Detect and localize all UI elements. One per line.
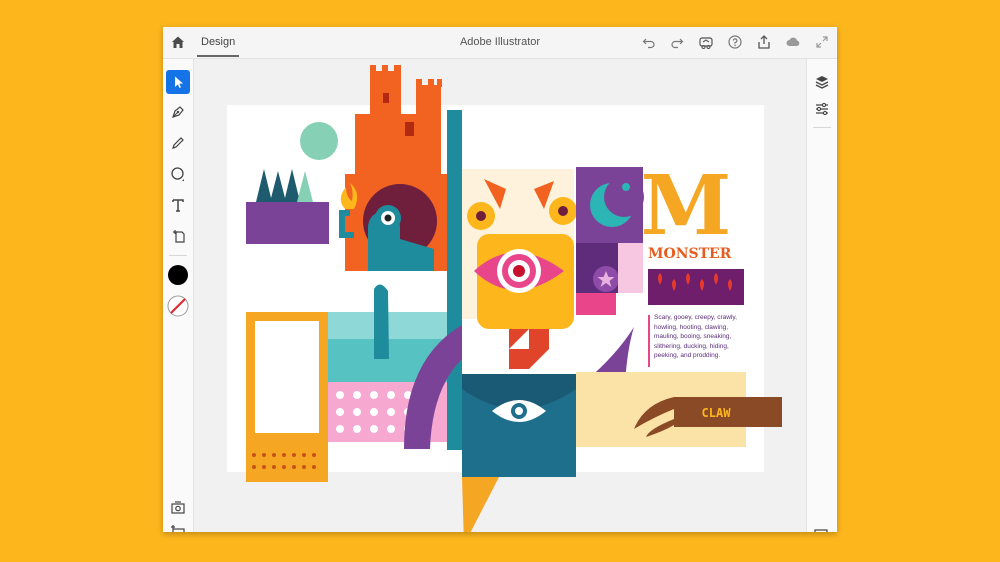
help-icon[interactable]	[727, 34, 743, 50]
artboards-icon[interactable]	[810, 525, 834, 532]
cloud-link-icon[interactable]	[698, 34, 714, 50]
pen-tool[interactable]	[166, 100, 190, 124]
castle-body	[355, 114, 441, 174]
tree-shape	[256, 169, 272, 202]
capture-tool[interactable]	[166, 496, 190, 520]
monster-artwork[interactable]: M MONSTER Scary, gooey, creepy, crawly, …	[194, 59, 806, 532]
pencil-tool[interactable]	[166, 131, 190, 155]
canvas[interactable]: M MONSTER Scary, gooey, creepy, crawly, …	[194, 59, 806, 532]
tree-shape	[284, 169, 300, 202]
text-tool[interactable]	[166, 193, 190, 217]
cloud-icon[interactable]	[785, 34, 801, 50]
redo-icon[interactable]	[669, 34, 685, 50]
fullscreen-icon[interactable]	[814, 34, 830, 50]
monster-heading: MONSTER	[648, 246, 732, 262]
stroke-swatch[interactable]	[166, 294, 190, 318]
panels-bar	[806, 59, 837, 532]
castle-tower	[370, 71, 401, 114]
image-tool[interactable]	[166, 522, 190, 532]
panels-divider	[813, 127, 831, 128]
undo-icon[interactable]	[641, 34, 657, 50]
selection-tool[interactable]	[166, 70, 190, 94]
tools-panel	[163, 59, 194, 532]
tree-shape	[297, 171, 313, 202]
monster-description: Scary, gooey, creepy, crawly, howling, h…	[654, 314, 737, 359]
properties-icon[interactable]	[810, 97, 834, 121]
fill-swatch[interactable]	[166, 263, 190, 287]
top-bar: Design Adobe Illustrator	[163, 27, 837, 59]
tools-divider	[169, 255, 187, 256]
claw-label: CLAW	[702, 406, 732, 420]
yellow-spike	[462, 477, 499, 532]
teal-pole	[447, 110, 462, 450]
mint-circle	[300, 122, 338, 160]
share-icon[interactable]	[756, 34, 772, 50]
purple-block	[246, 202, 329, 244]
illustrator-window: Design Adobe Illustrator M MONSTER Scary…	[163, 27, 837, 532]
tree-shape	[270, 171, 286, 202]
place-tool[interactable]	[166, 224, 190, 248]
layers-icon[interactable]	[810, 70, 834, 94]
shape-tool[interactable]	[166, 162, 190, 186]
big-letter-m: M	[641, 158, 732, 254]
